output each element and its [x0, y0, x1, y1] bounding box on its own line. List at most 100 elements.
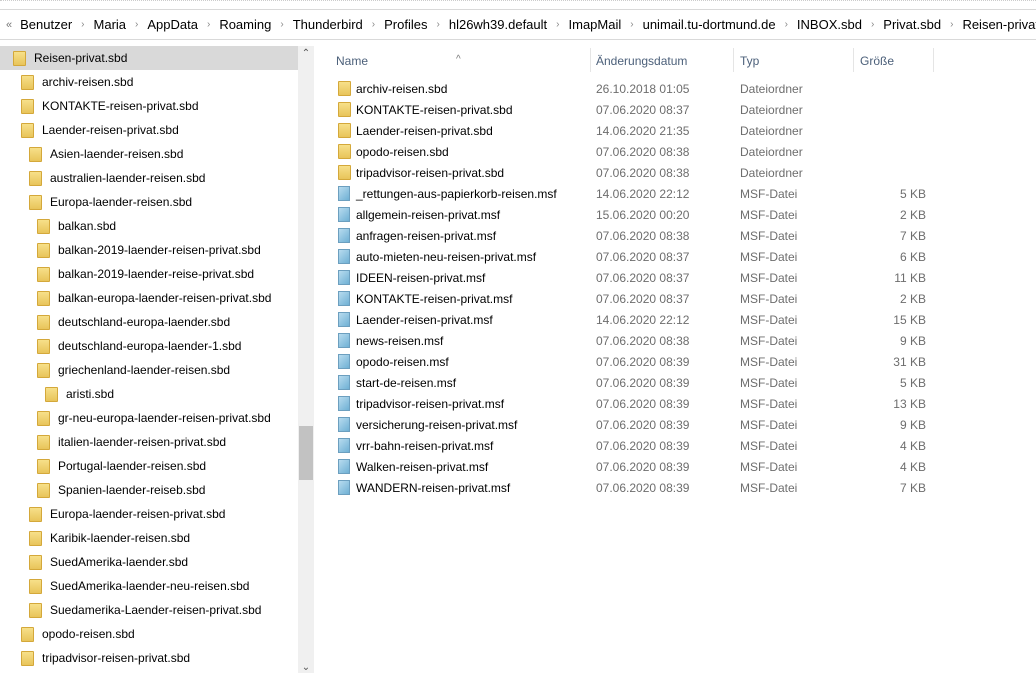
navigation-tree[interactable]: Reisen-privat.sbd archiv-reisen.sbd KONTAK… [0, 46, 298, 673]
file-row[interactable]: Laender-reisen-privat.msf 14.06.2020 22:1… [322, 309, 942, 330]
file-row[interactable]: WANDERN-reisen-privat.msf 07.06.2020 08:3… [322, 477, 942, 498]
file-name: KONTAKTE-reisen-privat.msf [356, 291, 513, 306]
tree-item-label: gr-neu-europa-laender-reisen-privat.sbd [58, 411, 271, 425]
tree-item[interactable]: balkan-2019-laender-reise-privat.sbd [0, 262, 298, 286]
tree-item[interactable]: aristi.sbd [0, 382, 298, 406]
folder-glyph [338, 123, 351, 138]
breadcrumb-item[interactable]: Profiles [384, 17, 427, 32]
tree-item[interactable]: SuedAmerika-laender.sbd [0, 550, 298, 574]
tree-scrollbar[interactable]: ⌃ ⌄ [298, 46, 314, 673]
folder-icon [13, 50, 26, 66]
scroll-down-icon[interactable]: ⌄ [298, 662, 314, 673]
file-row[interactable]: KONTAKTE-reisen-privat.sbd 07.06.2020 08:… [322, 99, 942, 120]
file-row[interactable]: start-de-reisen.msf 07.06.2020 08:39 MSF-D… [322, 372, 942, 393]
breadcrumb-separator-icon[interactable]: › [630, 19, 633, 30]
file-type: MSF-Datei [740, 270, 798, 285]
tree-item[interactable]: opodo-reisen.sbd [0, 622, 298, 646]
tree-item[interactable]: tripadvisor-reisen-privat.sbd [0, 646, 298, 670]
column-header: ^ Name Änderungsdatum Typ Größe [322, 46, 1022, 74]
breadcrumb-separator-icon[interactable]: › [785, 19, 788, 30]
file-type: MSF-Datei [740, 438, 798, 453]
tree-item[interactable]: balkan-europa-laender-reisen-privat.sbd [0, 286, 298, 310]
tree-item[interactable]: archiv-reisen.sbd [0, 70, 298, 94]
file-row[interactable]: auto-mieten-neu-reisen-privat.msf 07.06.2… [322, 246, 942, 267]
tree-item-label: italien-laender-reisen-privat.sbd [58, 435, 227, 449]
tree-item[interactable]: deutschland-europa-laender-1.sbd [0, 334, 298, 358]
file-row[interactable]: tripadvisor-reisen-privat.sbd 07.06.2020 … [322, 162, 942, 183]
file-row[interactable]: Walken-reisen-privat.msf 07.06.2020 08:39… [322, 456, 942, 477]
tree-item[interactable]: Asien-laender-reisen.sbd [0, 142, 298, 166]
breadcrumb-item[interactable]: Roaming [219, 17, 271, 32]
column-date[interactable]: Änderungsdatum [596, 54, 687, 68]
breadcrumb-item[interactable]: Reisen-privat.sbd [962, 17, 1036, 32]
tree-item[interactable]: australien-laender-reisen.sbd [0, 166, 298, 190]
breadcrumb-item[interactable]: Maria [94, 17, 127, 32]
breadcrumb-separator-icon[interactable]: › [871, 19, 874, 30]
file-glyph [338, 228, 350, 243]
tree-item[interactable]: SuedAmerika-laender-neu-reisen.sbd [0, 574, 298, 598]
file-row[interactable]: news-reisen.msf 07.06.2020 08:38 MSF-Datei… [322, 330, 942, 351]
tree-item[interactable]: Europa-laender-reisen-privat.sbd [0, 502, 298, 526]
tree-item[interactable]: Suedamerika-Laender-reisen-privat.sbd [0, 598, 298, 622]
breadcrumb-item[interactable]: Benutzer [20, 17, 72, 32]
folder-icon [37, 266, 50, 282]
breadcrumb-item[interactable]: Privat.sbd [883, 17, 941, 32]
breadcrumb-separator-icon[interactable]: › [81, 19, 84, 30]
file-row[interactable]: anfragen-reisen-privat.msf 07.06.2020 08:… [322, 225, 942, 246]
tree-item[interactable]: gr-neu-europa-laender-reisen-privat.sbd [0, 406, 298, 430]
breadcrumb-separator-icon[interactable]: › [950, 19, 953, 30]
file-date: 07.06.2020 08:39 [596, 354, 690, 369]
tree-item[interactable]: Europa-laender-reisen.sbd [0, 190, 298, 214]
file-row[interactable]: archiv-reisen.sbd 26.10.2018 01:05 Dateior… [322, 78, 942, 99]
tree-item[interactable]: balkan.sbd [0, 214, 298, 238]
tree-item[interactable]: balkan-2019-laender-reisen-privat.sbd [0, 238, 298, 262]
column-type[interactable]: Typ [740, 54, 759, 68]
file-row[interactable]: vrr-bahn-reisen-privat.msf 07.06.2020 08:… [322, 435, 942, 456]
breadcrumb-item[interactable]: Thunderbird [293, 17, 363, 32]
breadcrumb-separator-icon[interactable]: › [556, 19, 559, 30]
file-row[interactable]: opodo-reisen.sbd 07.06.2020 08:38 Dateiord… [322, 141, 942, 162]
breadcrumb-separator-icon[interactable]: › [135, 19, 138, 30]
tree-item[interactable]: italien-laender-reisen-privat.sbd [0, 430, 298, 454]
msf-file-icon [338, 459, 350, 477]
file-glyph [338, 354, 350, 369]
file-row[interactable]: _rettungen-aus-papierkorb-reisen.msf 14.0… [322, 183, 942, 204]
sort-ascending-icon: ^ [456, 54, 461, 65]
file-name: vrr-bahn-reisen-privat.msf [356, 438, 494, 453]
breadcrumb-separator-icon[interactable]: › [437, 19, 440, 30]
breadcrumb-item[interactable]: hl26wh39.default [449, 17, 547, 32]
breadcrumb-separator-icon[interactable]: › [207, 19, 210, 30]
tree-item[interactable]: Spanien-laender-reiseb.sbd [0, 478, 298, 502]
tree-item[interactable]: Portugal-laender-reisen.sbd [0, 454, 298, 478]
tree-item[interactable]: Karibik-laender-reisen.sbd [0, 526, 298, 550]
breadcrumb-item[interactable]: unimail.tu-dortmund.de [643, 17, 776, 32]
file-row[interactable]: Laender-reisen-privat.sbd 14.06.2020 21:3… [322, 120, 942, 141]
tree-item-label: Spanien-laender-reiseb.sbd [58, 483, 206, 497]
msf-file-icon [338, 354, 350, 372]
file-row[interactable]: tripadvisor-reisen-privat.msf 07.06.2020 … [322, 393, 942, 414]
file-row[interactable]: allgemein-reisen-privat.msf 15.06.2020 00… [322, 204, 942, 225]
scrollbar-thumb[interactable] [299, 426, 313, 480]
breadcrumb-separator-icon[interactable]: › [280, 19, 283, 30]
tree-item[interactable]: Reisen-privat.sbd [0, 46, 298, 70]
file-row[interactable]: IDEEN-reisen-privat.msf 07.06.2020 08:37 M… [322, 267, 942, 288]
breadcrumb-item[interactable]: INBOX.sbd [797, 17, 862, 32]
file-row[interactable]: KONTAKTE-reisen-privat.msf 07.06.2020 08:… [322, 288, 942, 309]
tree-item[interactable]: Laender-reisen-privat.sbd [0, 118, 298, 142]
file-glyph [338, 249, 350, 264]
breadcrumb-item[interactable]: AppData [147, 17, 198, 32]
file-row[interactable]: opodo-reisen.msf 07.06.2020 08:39 MSF-Date… [322, 351, 942, 372]
breadcrumb-separator-icon[interactable]: › [372, 19, 375, 30]
breadcrumb-item[interactable]: ImapMail [569, 17, 622, 32]
address-bar-breadcrumb[interactable]: « Benutzer › Maria › AppData › Roaming › Thunder… [0, 9, 1036, 40]
tree-item[interactable]: griechenland-laender-reisen.sbd [0, 358, 298, 382]
column-name[interactable]: Name [336, 54, 368, 68]
file-glyph [338, 186, 350, 201]
tree-item[interactable]: deutschland-europa-laender.sbd [0, 310, 298, 334]
tree-item[interactable]: KONTAKTE-reisen-privat.sbd [0, 94, 298, 118]
overflow-chevron-icon[interactable]: « [6, 19, 12, 31]
column-size[interactable]: Größe [860, 54, 894, 68]
tree-item-label: Europa-laender-reisen.sbd [50, 195, 193, 209]
file-row[interactable]: versicherung-reisen-privat.msf 07.06.2020… [322, 414, 942, 435]
scroll-up-icon[interactable]: ⌃ [298, 48, 314, 59]
